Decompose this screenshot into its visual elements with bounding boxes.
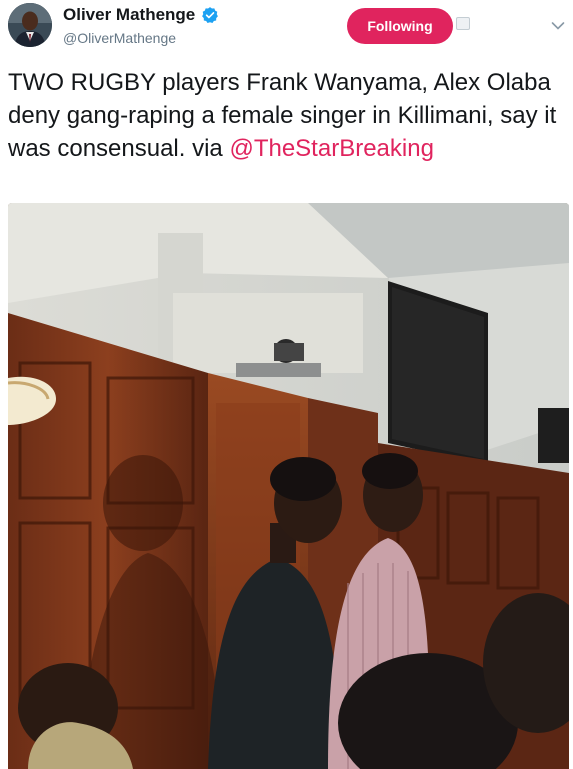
author-avatar[interactable] [8, 3, 52, 47]
author-display-name[interactable]: Oliver Mathenge [63, 5, 195, 25]
mention-link[interactable]: @TheStarBreaking [229, 135, 433, 162]
verified-badge-icon [201, 6, 219, 24]
author-handle[interactable]: @OliverMathenge [63, 30, 176, 46]
following-button[interactable]: Following [347, 8, 453, 44]
author-name-row: Oliver Mathenge [63, 4, 219, 26]
tweet-photo[interactable] [8, 203, 569, 769]
tweetdeck-icon[interactable] [456, 17, 470, 30]
chevron-down-icon[interactable] [551, 18, 565, 30]
tweet-text: TWO RUGBY players Frank Wanyama, Alex Ol… [8, 66, 564, 165]
tweet-card: Oliver Mathenge @OliverMathenge Followin… [0, 0, 573, 769]
